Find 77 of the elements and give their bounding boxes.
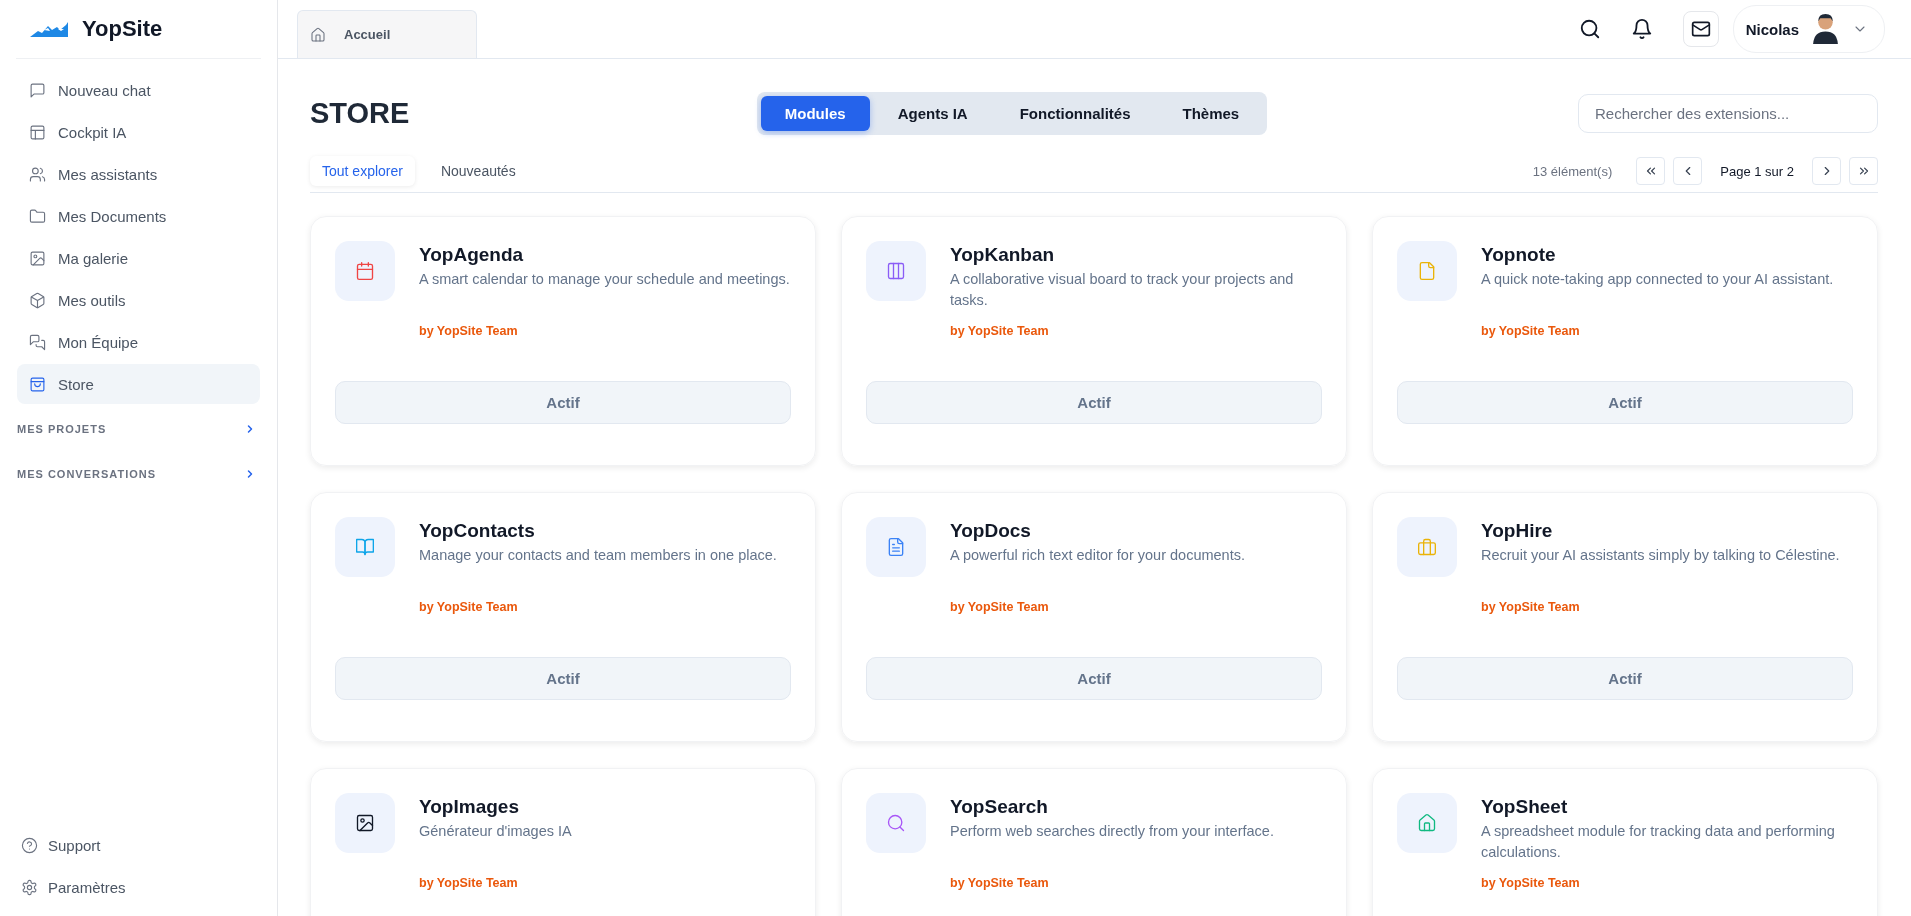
module-name: YopAgenda [419,244,524,266]
sidebar-section[interactable]: MES CONVERSATIONS [17,451,260,496]
item-count: 13 élément(s) [1532,163,1613,179]
sidebar-item[interactable]: Cockpit IA [17,112,260,152]
sidebar-item[interactable]: Mes assistants [17,154,260,194]
chat-bubble-icon [29,81,46,99]
first-page-button[interactable] [1636,157,1666,185]
module-name: YopHire [1481,520,1553,542]
chat-bubbles-icon [29,333,46,351]
folder-icon [29,207,46,225]
module-description: A spreadsheet module for tracking data and performing calculations. [1481,822,1836,862]
module-author: by YopSite Team [1481,876,1580,890]
bag-icon [29,375,46,393]
status-button[interactable]: Actif [866,657,1322,700]
sidebar-item[interactable]: Ma galerie [17,238,260,278]
module-description: Perform web searches directly from your interface. [950,822,1274,841]
filter-tab[interactable]: Nouveautés [428,156,528,186]
sidebar-link[interactable]: Paramètres [21,866,277,908]
module-name: YopSheet [1481,796,1568,818]
help-icon [21,836,38,854]
module-description: A quick note-taking app connected to your AI assistant. [1481,270,1834,289]
last-page-button[interactable] [1849,157,1878,185]
module-name: Yopnote [1481,244,1556,266]
module-description: Recruit your AI assistants simply by talking to Célestine. [1481,546,1840,565]
bell-icon[interactable] [1630,18,1653,40]
user-menu[interactable]: Nicolas [1732,5,1885,53]
image-icon [29,249,46,267]
status-button[interactable]: Actif [335,381,791,424]
status-button[interactable]: Actif [1397,657,1853,700]
status-button[interactable]: Actif [866,381,1322,424]
module-author: by YopSite Team [419,600,518,614]
module-name: YopSearch [950,796,1048,818]
filter-tab[interactable]: Tout explorer [310,156,415,186]
category-tab[interactable]: Modules [760,95,870,131]
module-author: by YopSite Team [1481,324,1580,338]
sidebar-item[interactable]: Nouveau chat [17,70,260,110]
sidebar-item[interactable]: Mes Documents [17,196,260,236]
page-title: STORE [310,96,411,130]
module-author: by YopSite Team [419,324,518,338]
module-author: by YopSite Team [419,876,518,890]
search-icon[interactable] [1578,18,1601,40]
cube-icon [29,291,46,309]
module-description: Générateur d'images IA [419,822,572,841]
module-author: by YopSite Team [1481,600,1580,614]
module-description: Manage your contacts and team members in one place. [419,546,777,565]
sidebar-section[interactable]: MES PROJETS [17,406,260,451]
module-description: A collaborative visual board to track your projects and tasks. [950,270,1295,310]
module-name: YopImages [419,796,519,818]
avatar-icon [1813,14,1838,44]
mail-icon [1690,19,1711,39]
category-tab[interactable]: Thèmes [1158,95,1264,131]
brand-name: YopSite [82,16,163,42]
page-indicator: Page 1 sur 2 [1720,163,1794,179]
status-button[interactable]: Actif [335,657,791,700]
category-tab[interactable]: Fonctionnalités [995,95,1155,131]
module-description: A powerful rich text editor for your documents. [950,546,1245,565]
sidebar-link[interactable]: Support [21,824,277,866]
sidebar-item[interactable]: Store [17,364,260,404]
module-description: A smart calendar to manage your schedule and meetings. [419,270,790,289]
users-icon [29,165,46,183]
house-icon [310,26,326,43]
mail-button[interactable] [1682,11,1719,47]
settings-icon [21,878,38,896]
module-author: by YopSite Team [950,600,1049,614]
status-button[interactable]: Actif [1397,381,1853,424]
category-tab[interactable]: Agents IA [873,95,992,131]
sidebar-item[interactable]: Mon Équipe [17,322,260,362]
home-tab[interactable]: Accueil [297,10,477,58]
layout-icon [29,123,46,141]
module-name: YopContacts [419,520,535,542]
module-author: by YopSite Team [950,876,1049,890]
module-author: by YopSite Team [950,324,1049,338]
sidebar-item[interactable]: Mes outils [17,280,260,320]
logo-icon [30,21,70,37]
module-name: YopKanban [950,244,1055,266]
module-name: YopDocs [950,520,1031,542]
search-field[interactable]: Rechercher des extensions... [1578,93,1878,133]
